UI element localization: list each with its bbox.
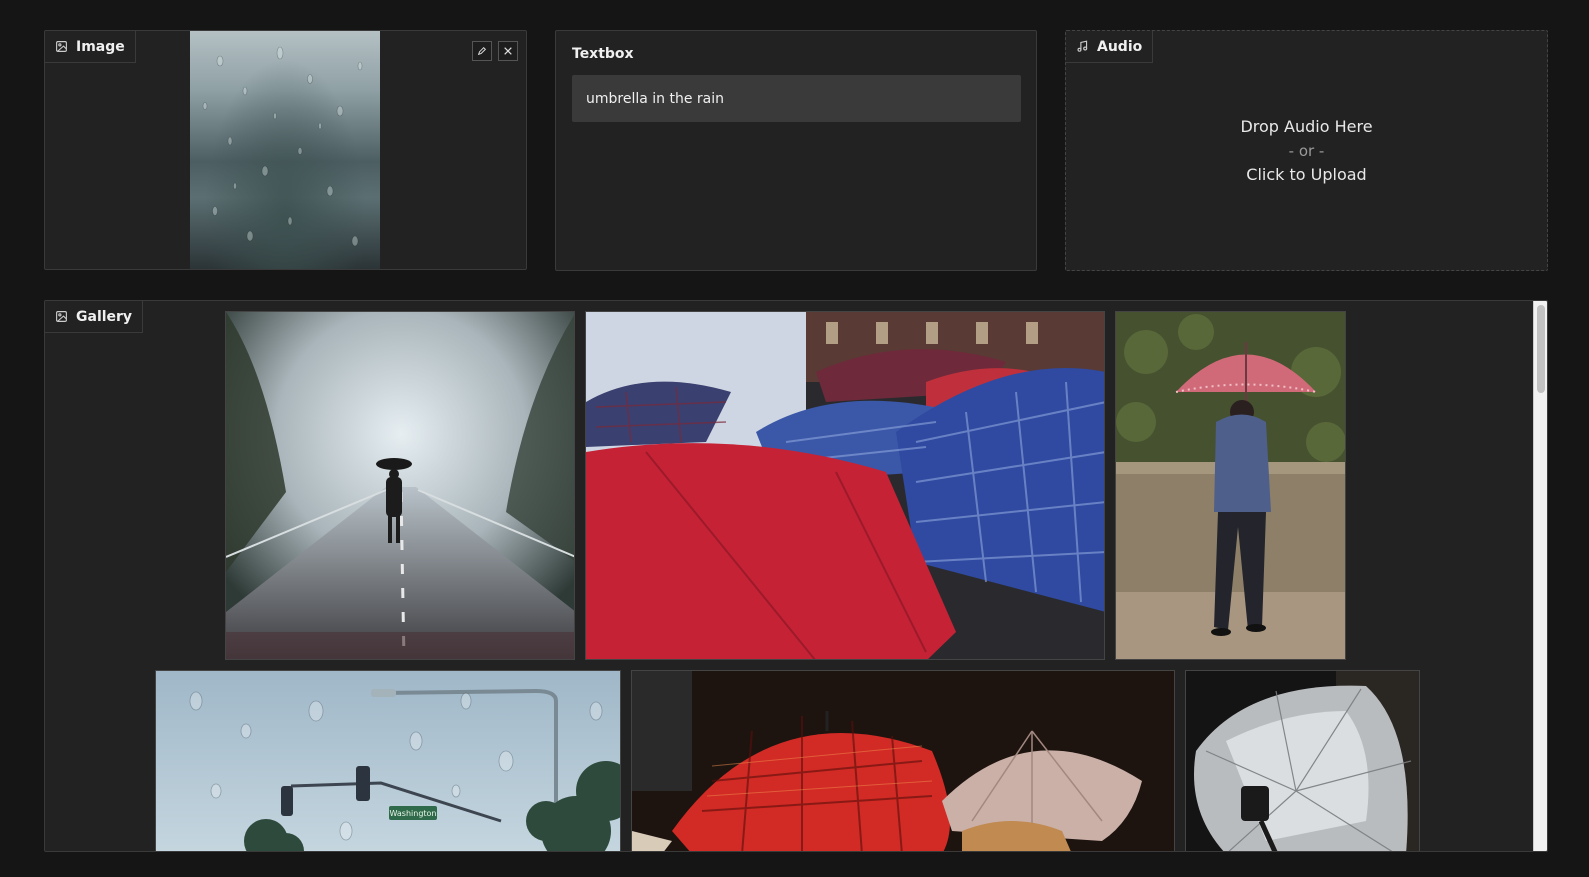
- rain-window-image: [190, 31, 380, 269]
- gallery-scrollbar[interactable]: [1533, 301, 1547, 851]
- gallery-label-tab: Gallery: [45, 301, 144, 333]
- image-icon: [56, 41, 67, 52]
- gallery-scrollbar-thumb[interactable]: [1537, 305, 1545, 393]
- image-label-tab: Image: [45, 31, 136, 63]
- gallery-component: Gallery Washington: [44, 300, 1548, 852]
- image-component[interactable]: Image: [44, 30, 527, 270]
- drop-audio-text: Drop Audio Here: [1240, 116, 1373, 136]
- gallery-image-misty-road[interactable]: [225, 311, 575, 660]
- music-note-icon: [1077, 40, 1088, 52]
- audio-label: Audio: [1097, 38, 1143, 55]
- audio-component[interactable]: Audio Drop Audio Here - or - Click to Up…: [1065, 30, 1548, 271]
- image-icon: [56, 311, 67, 322]
- textbox-input[interactable]: [572, 75, 1021, 122]
- or-text: - or -: [1288, 141, 1325, 160]
- textbox-component: Textbox: [555, 30, 1037, 271]
- gallery-image-plaid-umbrellas[interactable]: [585, 311, 1105, 660]
- clear-image-button[interactable]: [498, 41, 518, 61]
- textbox-label: Textbox: [572, 46, 634, 62]
- click-upload-text: Click to Upload: [1246, 164, 1367, 184]
- pencil-icon: [477, 46, 487, 56]
- gallery-image-silver-umbrella[interactable]: [1185, 670, 1420, 851]
- gallery-label: Gallery: [76, 308, 133, 325]
- close-icon: [504, 47, 512, 55]
- audio-drop-zone[interactable]: Drop Audio Here - or - Click to Upload: [1066, 31, 1547, 270]
- edit-image-button[interactable]: [472, 41, 492, 61]
- gallery-image-night-umbrellas[interactable]: [631, 670, 1175, 851]
- gallery-image-pink-umbrella[interactable]: [1115, 311, 1346, 660]
- street-sign-text: Washington: [389, 809, 436, 818]
- image-label: Image: [76, 38, 125, 55]
- gallery-image-rain-traffic-light[interactable]: Washington: [155, 670, 621, 851]
- audio-label-tab: Audio: [1066, 31, 1154, 63]
